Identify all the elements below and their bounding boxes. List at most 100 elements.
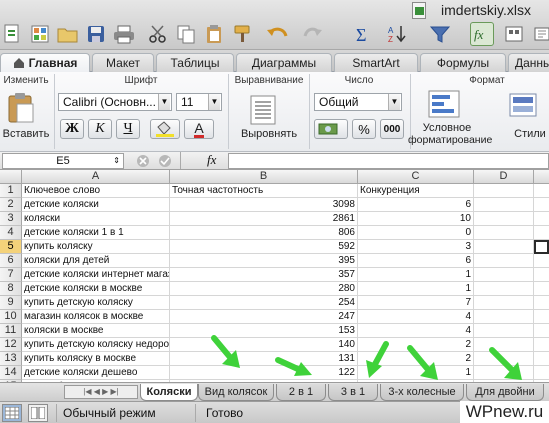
currency-format-button[interactable] [314,119,348,139]
bold-button[interactable]: Ж [60,119,84,139]
open-icon[interactable] [56,22,80,46]
styles-icon[interactable] [508,92,544,123]
font-name-select[interactable]: Calibri (Основн... ▼ [58,93,172,111]
name-box[interactable]: E5 ⇕ [2,153,124,169]
cell-d5[interactable] [474,240,534,254]
cell-c1[interactable]: Конкуренция [358,184,474,198]
italic-button[interactable]: К [88,119,112,139]
page-layout-view-icon[interactable] [28,404,48,422]
cell-b5[interactable]: 592 [170,240,358,254]
tab-tables[interactable]: Таблицы [156,53,234,72]
cell-d3[interactable] [474,212,534,226]
cell-c9[interactable]: 7 [358,296,474,310]
cell-d10[interactable] [474,310,534,324]
cell-c2[interactable]: 6 [358,198,474,212]
row-header[interactable]: 8 [0,282,22,296]
row-header[interactable]: 3 [0,212,22,226]
cell-b6[interactable]: 395 [170,254,358,268]
cell-e4[interactable] [534,226,549,240]
cell-a3[interactable]: коляски [22,212,170,226]
styles-button-label[interactable]: Стили [510,128,549,140]
tab-charts[interactable]: Диаграммы [236,53,332,72]
cell-b8[interactable]: 280 [170,282,358,296]
redo-icon[interactable] [300,22,324,46]
cell-c5[interactable]: 3 [358,240,474,254]
row-header[interactable]: 6 [0,254,22,268]
select-all-corner[interactable] [0,170,22,184]
fill-color-button[interactable] [150,119,180,139]
format-painter-icon[interactable] [230,22,254,46]
cell-e9[interactable] [534,296,549,310]
cut-icon[interactable] [146,22,170,46]
align-icon[interactable] [250,95,276,128]
tab-layout[interactable]: Макет [92,53,154,72]
cell-c6[interactable]: 6 [358,254,474,268]
cell-a1[interactable]: Ключевое слово [22,184,170,198]
undo-icon[interactable] [266,22,290,46]
tab-data[interactable]: Данные [508,53,549,72]
cell-c4[interactable]: 0 [358,226,474,240]
tab-smartart[interactable]: SmartArt [334,53,418,72]
cell-b11[interactable]: 153 [170,324,358,338]
normal-view-icon[interactable] [2,404,22,422]
cell-a5[interactable]: купить коляску [22,240,170,254]
cell-a10[interactable]: магазин колясок в москве [22,310,170,324]
sheet-tab-vid-kolyasok[interactable]: Вид колясок [198,384,274,401]
sheet-tab-kolyaski[interactable]: Коляски [140,384,198,401]
column-header-d[interactable]: D [474,170,534,184]
cell-b3[interactable]: 2861 [170,212,358,226]
cell-d7[interactable] [474,268,534,282]
row-header[interactable]: 11 [0,324,22,338]
column-header-e[interactable] [534,170,549,184]
row-header[interactable]: 7 [0,268,22,282]
row-header[interactable]: 4 [0,226,22,240]
paste-button-label[interactable]: Вставить [2,128,50,140]
cancel-icon[interactable] [136,154,150,171]
row-header[interactable]: 2 [0,198,22,212]
cell-c8[interactable]: 1 [358,282,474,296]
cell-e3[interactable] [534,212,549,226]
cell-a6[interactable]: коляски для детей [22,254,170,268]
cell-e12[interactable] [534,338,549,352]
row-header[interactable]: 13 [0,352,22,366]
tab-home[interactable]: Главная [0,53,90,72]
paste-small-icon[interactable] [202,22,226,46]
save-icon[interactable] [84,22,108,46]
spreadsheet-grid[interactable]: A B C D 1 Ключевое слово Точная частотност… [0,170,549,382]
cell-e2[interactable] [534,198,549,212]
cell-a7[interactable]: детские коляски интернет магаз [22,268,170,282]
row-header[interactable]: 9 [0,296,22,310]
active-cell-e5[interactable] [534,240,549,254]
cell-a12[interactable]: купить детскую коляску недоро [22,338,170,352]
cell-e7[interactable] [534,268,549,282]
sheet-tab-3v1[interactable]: 3 в 1 [328,384,378,401]
cell-b14[interactable]: 122 [170,366,358,380]
cell-a13[interactable]: купить коляску в москве [22,352,170,366]
cell-a14[interactable]: детские коляски дешево [22,366,170,380]
function-icon[interactable]: fx [470,22,494,46]
conditional-format-label-2[interactable]: форматирование [408,134,492,146]
fx-icon[interactable]: fx [180,152,224,169]
row-header[interactable]: 12 [0,338,22,352]
toolbox-icon[interactable] [530,22,549,46]
number-format-select[interactable]: Общий ▼ [314,93,402,111]
cell-b7[interactable]: 357 [170,268,358,282]
thousands-button[interactable]: 000 [380,119,404,139]
cell-a4[interactable]: детские коляски 1 в 1 [22,226,170,240]
sheet-tab-dlya-dvoyni[interactable]: Для двойни [466,384,544,401]
confirm-icon[interactable] [158,154,172,171]
cell-c10[interactable]: 4 [358,310,474,324]
percent-button[interactable]: % [352,119,376,139]
cell-e1[interactable] [534,184,549,198]
cell-d8[interactable] [474,282,534,296]
cell-b9[interactable]: 254 [170,296,358,310]
cell-e11[interactable] [534,324,549,338]
sort-icon[interactable]: AZ [386,22,410,46]
conditional-format-label-1[interactable]: Условное [412,122,482,134]
cell-e6[interactable] [534,254,549,268]
row-header[interactable]: 1 [0,184,22,198]
filter-icon[interactable] [428,22,452,46]
cell-e14[interactable] [534,366,549,380]
sheet-tab-3h-kolesnye[interactable]: 3-х колесные [380,384,464,401]
paste-icon[interactable] [6,92,36,127]
